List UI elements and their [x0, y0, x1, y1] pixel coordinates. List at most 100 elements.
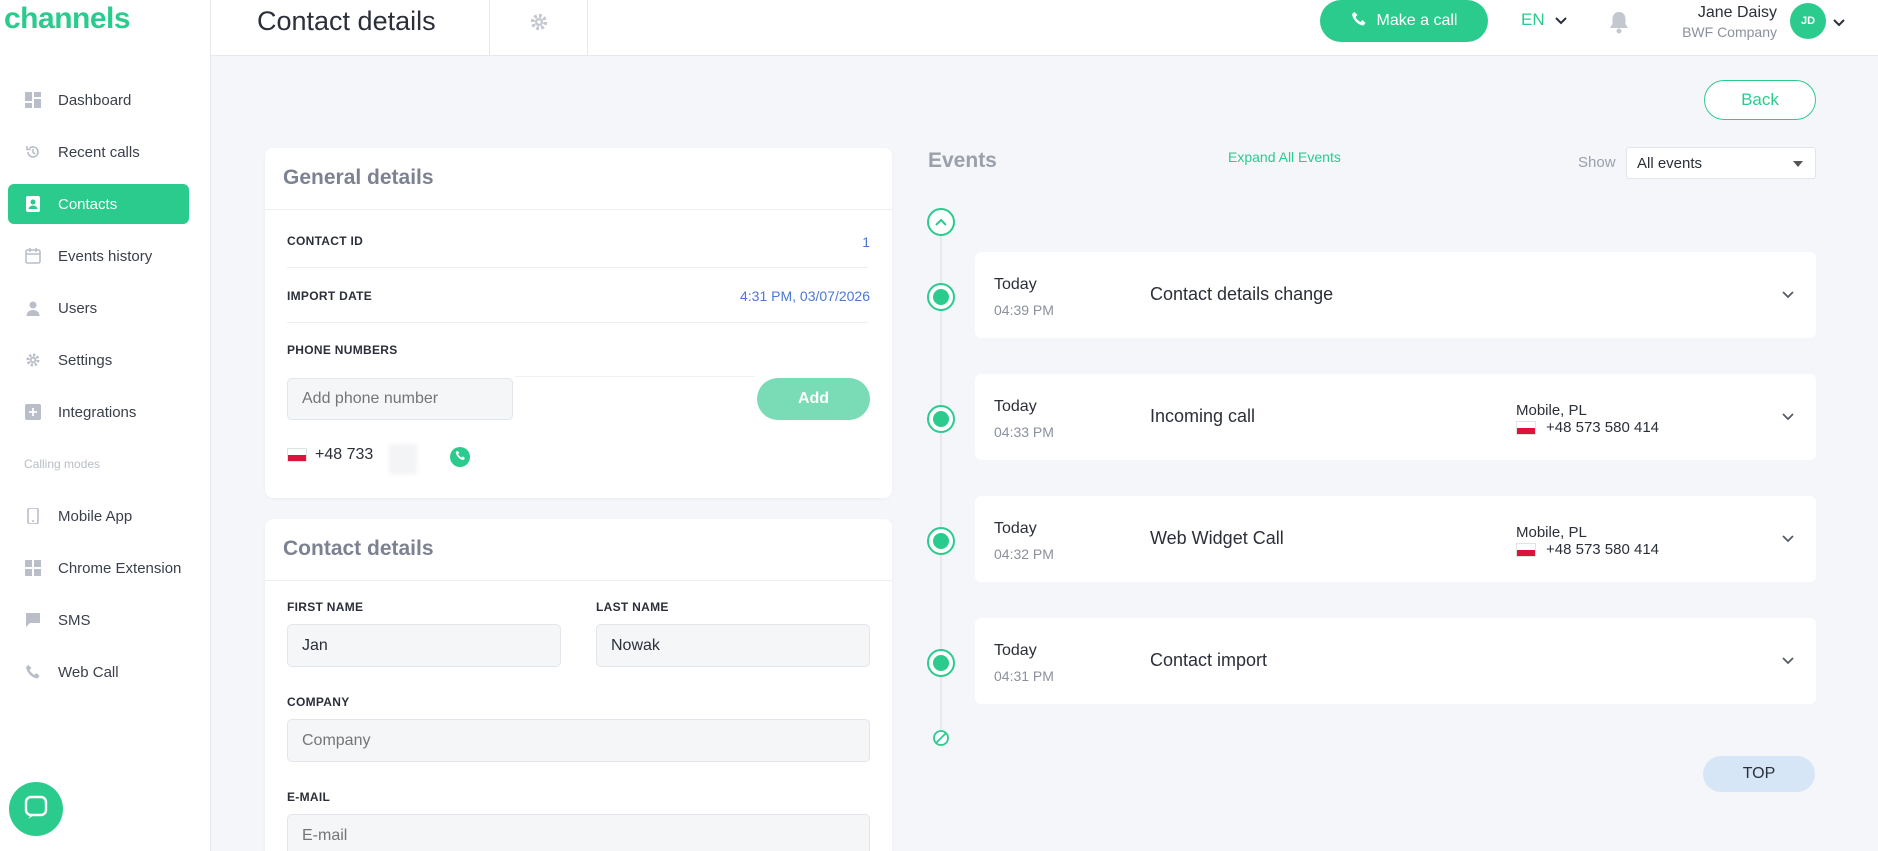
sidebar-item-settings[interactable]: Settings [8, 340, 189, 380]
event-title: Contact import [1150, 650, 1268, 670]
chat-icon [23, 794, 49, 825]
card-title: General details [283, 166, 434, 189]
back-button[interactable]: Back [1704, 80, 1816, 120]
chat-widget-button[interactable] [9, 782, 63, 836]
event-time: 04:32 PM [994, 546, 1054, 562]
general-details-card: General details CONTACT ID 1 IMPORT DATE… [265, 148, 892, 498]
header-divider [587, 0, 588, 56]
user-name: Jane Daisy [1697, 4, 1777, 21]
divider [287, 322, 868, 323]
phone-number: +48 733 [315, 446, 374, 463]
event-phone-number: +48 573 580 414 [1546, 541, 1660, 558]
first-name-field[interactable]: Jan [287, 624, 561, 667]
event-day: Today [994, 520, 1037, 537]
header-divider [489, 0, 490, 56]
top-header: Contact details Make a call EN Jane Dais… [211, 0, 1878, 56]
event-item[interactable]: Today 04:31 PM Contact import [975, 618, 1816, 704]
event-item[interactable]: Today 04:39 PM Contact details change [975, 252, 1816, 338]
caret-down-icon [1793, 161, 1803, 167]
contact-details-card: Contact details FIRST NAME Jan LAST NAME… [265, 519, 892, 851]
avatar[interactable]: JD [1790, 3, 1826, 39]
event-filter-select[interactable]: All events [1626, 147, 1816, 179]
collapse-timeline-button[interactable] [927, 208, 955, 236]
event-item[interactable]: Today 04:32 PM Web Widget Call Mobile, P… [975, 496, 1816, 582]
page-title: Contact details [257, 6, 436, 36]
calling-modes-heading: Calling modes [24, 457, 101, 471]
divider [515, 376, 755, 377]
dashboard-icon [24, 91, 42, 109]
add-phone-button[interactable]: Add [757, 378, 870, 420]
sidebar-item-mobile-app[interactable]: Mobile App [8, 496, 189, 536]
sidebar-item-label: Settings [58, 351, 113, 369]
sidebar-item-events-history[interactable]: Events history [8, 236, 189, 276]
phone-number-entry: +48 733 [287, 446, 373, 464]
show-label: Show [1578, 154, 1616, 171]
expand-all-events-link[interactable]: Expand All Events [1228, 149, 1341, 165]
first-name-label: FIRST NAME [287, 600, 364, 614]
last-name-label: LAST NAME [596, 600, 669, 614]
calendar-icon [24, 247, 42, 265]
sidebar-item-label: SMS [58, 611, 91, 629]
event-location: Mobile, PL [1516, 402, 1587, 419]
sidebar-item-label: Mobile App [58, 507, 133, 525]
notifications-bell-icon[interactable] [1608, 10, 1630, 39]
sidebar-item-chrome-extension[interactable]: Chrome Extension [8, 548, 189, 588]
email-field[interactable] [287, 814, 870, 851]
gear-icon[interactable] [529, 12, 549, 32]
user-company: BWF Company [1682, 24, 1777, 40]
event-day: Today [994, 642, 1037, 659]
plus-box-icon [24, 403, 42, 421]
redacted-area [389, 444, 417, 474]
sidebar-item-users[interactable]: Users [8, 288, 189, 328]
make-call-button[interactable]: Make a call [1320, 0, 1488, 42]
history-icon [24, 143, 42, 161]
scroll-top-button[interactable]: TOP [1703, 756, 1815, 792]
add-phone-input[interactable] [287, 378, 513, 420]
event-item[interactable]: Today 04:33 PM Incoming call Mobile, PL … [975, 374, 1816, 460]
event-phone: +48 573 580 414 [1516, 541, 1659, 558]
timeline-dot [927, 649, 955, 677]
sidebar-item-web-call[interactable]: Web Call [8, 652, 189, 692]
sidebar-item-sms[interactable]: SMS [8, 600, 189, 640]
import-date-label: IMPORT DATE [287, 289, 373, 303]
timeline-dot [927, 527, 955, 555]
phone-icon [455, 448, 466, 466]
divider [265, 209, 892, 210]
language-selector[interactable]: EN [1521, 10, 1567, 30]
chevron-down-icon[interactable] [1782, 652, 1794, 670]
chevron-down-icon[interactable] [1782, 408, 1794, 426]
sidebar-item-dashboard[interactable]: Dashboard [8, 80, 189, 120]
sidebar-item-label: Contacts [58, 195, 118, 213]
event-title: Web Widget Call [1150, 528, 1284, 548]
event-filter-value: All events [1637, 154, 1703, 172]
user-icon [24, 299, 42, 317]
sidebar-item-recent-calls[interactable]: Recent calls [8, 132, 189, 172]
event-phone-number: +48 573 580 414 [1546, 419, 1660, 436]
event-title: Incoming call [1150, 406, 1256, 426]
event-time: 04:33 PM [994, 424, 1054, 440]
extension-icon [24, 559, 42, 577]
company-field[interactable] [287, 719, 870, 762]
language-label: EN [1521, 10, 1545, 29]
sidebar-item-integrations[interactable]: Integrations [8, 392, 189, 432]
chevron-down-icon[interactable] [1833, 14, 1845, 32]
contact-id-value: 1 [862, 234, 870, 250]
event-time: 04:39 PM [994, 302, 1054, 318]
message-icon [24, 611, 42, 629]
chevron-down-icon[interactable] [1782, 286, 1794, 304]
last-name-field[interactable]: Nowak [596, 624, 870, 667]
gear-icon [24, 351, 42, 369]
chevron-up-icon [935, 213, 947, 231]
call-number-button[interactable] [450, 447, 470, 467]
contacts-icon [24, 195, 42, 213]
sidebar-item-contacts[interactable]: Contacts [8, 184, 189, 224]
contact-id-label: CONTACT ID [287, 234, 364, 248]
divider [287, 267, 868, 268]
sidebar-item-label: Users [58, 299, 98, 317]
app-logo[interactable]: channels [4, 2, 131, 36]
event-location: Mobile, PL [1516, 524, 1587, 541]
event-day: Today [994, 276, 1037, 293]
chevron-down-icon [1554, 10, 1567, 30]
sidebar: channels Dashboard Recent calls Contacts… [0, 0, 211, 851]
chevron-down-icon[interactable] [1782, 530, 1794, 548]
